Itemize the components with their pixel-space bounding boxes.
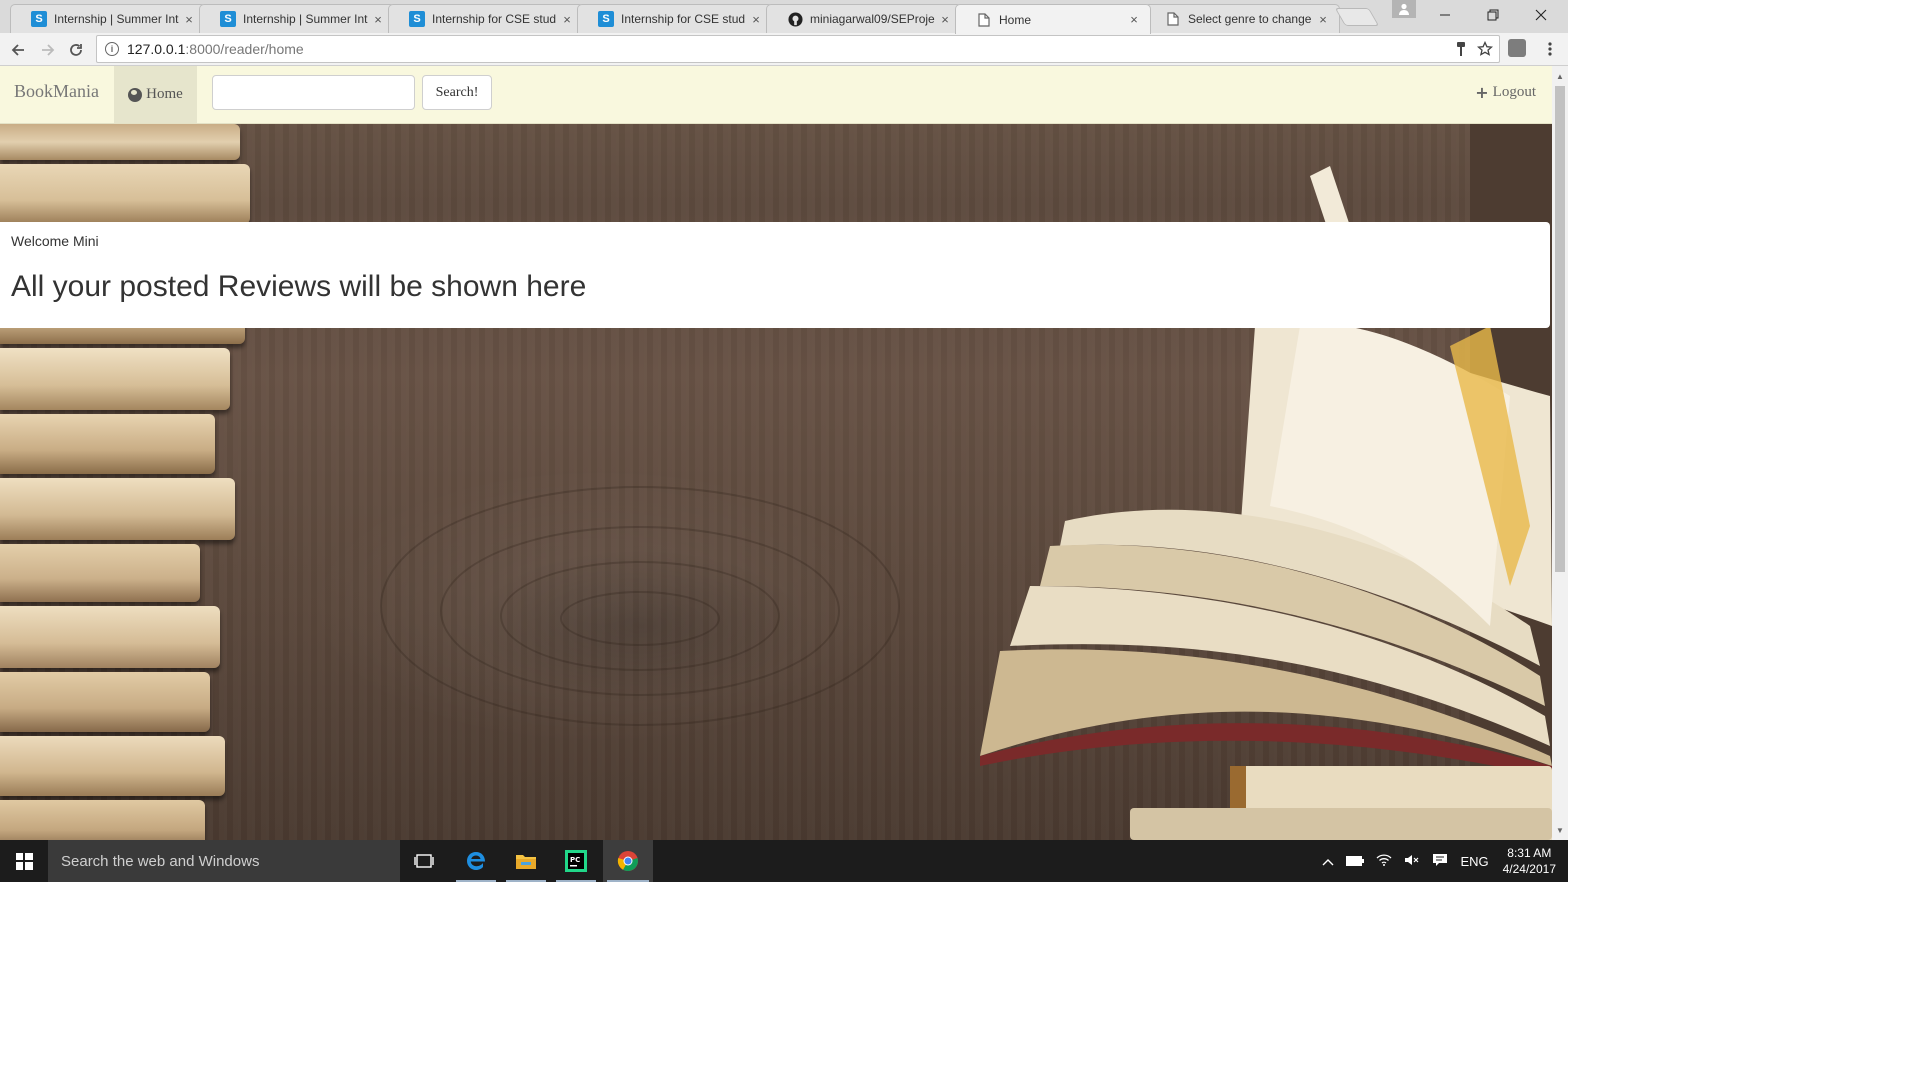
new-tab-button[interactable]: [1334, 8, 1380, 26]
close-tab-icon[interactable]: ×: [1128, 12, 1140, 27]
clock-date: 4/24/2017: [1502, 862, 1556, 876]
windows-taskbar: Search the web and Windows PC ENG 8:31 A…: [0, 840, 1568, 882]
taskbar-search-box[interactable]: Search the web and Windows: [48, 840, 400, 882]
taskbar-clock[interactable]: 8:31 AM 4/24/2017: [1503, 845, 1556, 877]
wood-grain: [560, 591, 720, 646]
page-icon: [976, 12, 992, 28]
brand-logo[interactable]: BookMania: [14, 81, 99, 102]
close-tab-icon[interactable]: ×: [939, 12, 951, 27]
internshala-icon: S: [598, 11, 614, 27]
windows-logo-icon: [15, 852, 33, 870]
address-bar[interactable]: i 127.0.0.1:8000/reader/home: [96, 35, 1500, 63]
internshala-icon: S: [409, 11, 425, 27]
clock-time: 8:31 AM: [1507, 846, 1552, 860]
bookmark-star-icon[interactable]: [1476, 40, 1494, 61]
edge-browser-icon[interactable]: [452, 840, 500, 882]
browser-tab[interactable]: Select genre to change ×: [1144, 4, 1340, 33]
close-tab-icon[interactable]: ×: [183, 12, 195, 27]
running-indicator: [456, 880, 496, 882]
browser-tab[interactable]: S Internship for CSE stud ×: [577, 4, 773, 33]
browser-tab[interactable]: S Internship | Summer Int ×: [10, 4, 206, 33]
pycharm-icon[interactable]: PC: [552, 840, 600, 882]
back-arrow-icon[interactable]: [6, 38, 30, 62]
running-indicator: [506, 880, 546, 882]
internshala-icon: S: [220, 11, 236, 27]
nav-home-label: Home: [146, 86, 183, 102]
page-viewport: BookMania Home Search! + Logout Welcome …: [0, 66, 1552, 840]
browser-tab[interactable]: S Internship for CSE stud ×: [388, 4, 584, 33]
reload-icon[interactable]: [64, 38, 88, 62]
task-view-icon[interactable]: [400, 840, 448, 882]
close-window-icon[interactable]: [1518, 0, 1564, 30]
volume-muted-icon[interactable]: [1404, 854, 1420, 869]
github-icon: [787, 11, 803, 27]
tab-title: Home: [999, 12, 1032, 27]
tab-title: Internship | Summer Int: [54, 12, 179, 26]
chrome-menu-icon[interactable]: [1540, 39, 1560, 59]
page-scrollbar[interactable]: ▲ ▼: [1552, 66, 1568, 840]
nav-home-link[interactable]: Home: [114, 66, 197, 123]
battery-icon[interactable]: [1346, 854, 1365, 869]
logout-link[interactable]: + Logout: [1475, 83, 1536, 102]
close-tab-icon[interactable]: ×: [372, 12, 384, 27]
tab-title: Select genre to change: [1188, 12, 1312, 26]
scrollbar-thumb[interactable]: [1555, 86, 1565, 572]
url-host: 127.0.0.1: [127, 41, 186, 57]
browser-tab[interactable]: S Internship | Summer Int ×: [199, 4, 395, 33]
search-button[interactable]: Search!: [422, 75, 492, 110]
browser-toolbar: i 127.0.0.1:8000/reader/home: [0, 33, 1568, 66]
globe-icon: [128, 87, 143, 102]
browser-tab-active[interactable]: Home ×: [955, 4, 1151, 34]
system-tray: ENG 8:31 AM 4/24/2017: [1316, 840, 1568, 882]
plus-icon: +: [1475, 83, 1489, 102]
page-icon: [1165, 11, 1181, 27]
tab-title: Internship | Summer Int: [243, 12, 368, 26]
browser-tab[interactable]: miniagarwal09/SEProje ×: [766, 4, 962, 33]
site-navbar: BookMania Home Search! + Logout: [0, 66, 1552, 124]
scroll-down-arrow-icon[interactable]: ▼: [1552, 822, 1568, 838]
tab-title: Internship for CSE stud: [621, 12, 746, 26]
close-tab-icon[interactable]: ×: [561, 12, 573, 27]
running-indicator: [556, 880, 596, 882]
language-indicator[interactable]: ENG: [1460, 854, 1488, 869]
open-book-image: [970, 66, 1552, 840]
start-button[interactable]: [0, 840, 48, 882]
chevron-up-icon[interactable]: [1322, 854, 1334, 869]
browser-tab-strip: S Internship | Summer Int × S Internship…: [0, 0, 1568, 34]
url-path: :8000/reader/home: [185, 41, 304, 57]
profile-icon[interactable]: [1392, 0, 1416, 18]
minimize-window-icon[interactable]: [1422, 0, 1468, 30]
running-indicator: [607, 880, 649, 882]
tab-title: Internship for CSE stud: [432, 12, 557, 26]
search-input[interactable]: [212, 75, 415, 110]
scroll-up-arrow-icon[interactable]: ▲: [1552, 68, 1568, 84]
wifi-icon[interactable]: [1376, 853, 1392, 869]
welcome-panel: Welcome Mini All your posted Reviews wil…: [0, 222, 1550, 328]
close-tab-icon[interactable]: ×: [750, 12, 762, 27]
chrome-taskbar-icon[interactable]: [603, 840, 653, 882]
reviews-heading: All your posted Reviews will be shown he…: [11, 270, 587, 303]
internshala-icon: S: [31, 11, 47, 27]
restore-window-icon[interactable]: [1470, 0, 1516, 30]
action-center-icon[interactable]: [1432, 853, 1448, 870]
tab-title: miniagarwal09/SEProje: [810, 12, 935, 26]
key-icon[interactable]: [1455, 41, 1467, 61]
extension-icon[interactable]: [1508, 39, 1526, 57]
site-info-icon[interactable]: i: [105, 42, 119, 56]
close-tab-icon[interactable]: ×: [1317, 12, 1329, 27]
forward-arrow-icon[interactable]: [36, 38, 60, 62]
svg-text:PC: PC: [570, 856, 580, 864]
logout-label: Logout: [1492, 84, 1536, 100]
file-explorer-icon[interactable]: [502, 840, 550, 882]
welcome-text: Welcome Mini: [11, 233, 99, 249]
